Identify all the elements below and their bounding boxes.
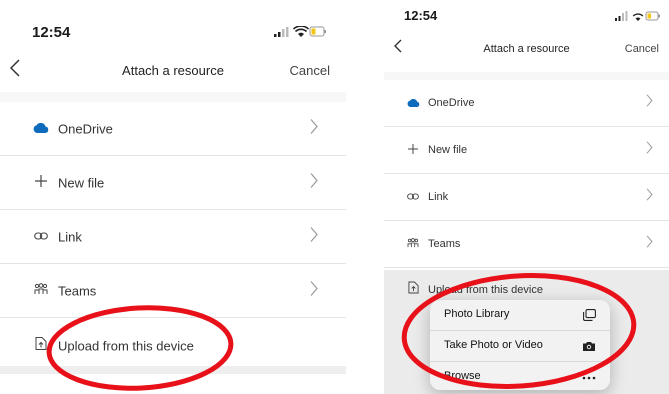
- new-file-item[interactable]: New file: [0, 156, 346, 210]
- teams-item[interactable]: Teams: [0, 264, 346, 318]
- link-label: Link: [58, 229, 82, 244]
- cellular-signal-icon: [615, 11, 628, 21]
- teams-label: Teams: [58, 283, 97, 298]
- cellular-signal-icon: [274, 27, 289, 37]
- photo-library-option[interactable]: Photo Library: [430, 300, 610, 331]
- battery-icon: [645, 11, 660, 21]
- cancel-button[interactable]: Cancel: [625, 43, 659, 55]
- new-file-label: New file: [58, 175, 105, 190]
- nav-bar: Attach a resource Cancel: [384, 38, 669, 66]
- new-file-item[interactable]: New file: [384, 127, 669, 174]
- plus-icon: [32, 174, 50, 192]
- section-separator: [0, 92, 346, 102]
- teams-label: Teams: [428, 238, 461, 250]
- link-icon: [406, 188, 420, 206]
- nav-bar: Attach a resource Cancel: [0, 55, 346, 89]
- right-phone-screen: 12:54 Attach a resource Cancel OneDrive …: [384, 0, 669, 394]
- photo-library-icon: [583, 308, 596, 326]
- chevron-right-icon: [310, 226, 318, 247]
- section-separator: [384, 72, 669, 80]
- resource-list: OneDrive New file Link: [384, 80, 669, 268]
- upload-icon: [406, 281, 420, 299]
- wifi-icon: [632, 13, 644, 21]
- onedrive-icon: [406, 94, 420, 112]
- resource-list: OneDrive New file Link: [0, 102, 346, 374]
- link-item[interactable]: Link: [384, 174, 669, 221]
- onedrive-label: OneDrive: [428, 97, 475, 109]
- teams-icon: [32, 282, 50, 300]
- teams-icon: [406, 235, 420, 253]
- camera-icon: [582, 339, 596, 357]
- cancel-button[interactable]: Cancel: [290, 63, 330, 78]
- status-bar: 12:54: [0, 0, 346, 50]
- new-file-label: New file: [428, 144, 468, 156]
- wifi-icon: [292, 25, 310, 37]
- onedrive-item[interactable]: OneDrive: [384, 80, 669, 127]
- status-icons: [615, 9, 661, 27]
- chevron-right-icon: [646, 188, 653, 206]
- upload-icon: [32, 337, 50, 356]
- chevron-right-icon: [646, 235, 653, 253]
- chevron-right-icon: [310, 172, 318, 193]
- onedrive-icon: [32, 120, 50, 138]
- browse-option[interactable]: Browse: [430, 362, 610, 390]
- status-icons: [274, 25, 326, 43]
- left-phone-screen: 12:54 Attach a resource Cancel OneDrive …: [0, 0, 346, 394]
- onedrive-label: OneDrive: [58, 121, 113, 136]
- upload-from-device-item[interactable]: Upload from this device: [384, 278, 669, 302]
- upload-options-menu: Photo Library Take Photo or Video Browse: [430, 300, 610, 390]
- more-icon: [582, 370, 596, 388]
- link-icon: [32, 228, 50, 246]
- link-label: Link: [428, 191, 449, 203]
- status-time: 12:54: [32, 24, 71, 41]
- browse-label: Browse: [444, 370, 481, 382]
- photo-library-label: Photo Library: [444, 308, 510, 320]
- chevron-right-icon: [310, 118, 318, 139]
- take-photo-option[interactable]: Take Photo or Video: [430, 331, 610, 362]
- status-time: 12:54: [404, 8, 438, 23]
- onedrive-item[interactable]: OneDrive: [0, 102, 346, 156]
- plus-icon: [406, 141, 420, 159]
- chevron-right-icon: [646, 94, 653, 112]
- upload-label: Upload from this device: [428, 284, 543, 296]
- chevron-right-icon: [646, 141, 653, 159]
- take-photo-label: Take Photo or Video: [444, 339, 543, 351]
- bottom-separator: [0, 366, 346, 374]
- teams-item[interactable]: Teams: [384, 221, 669, 268]
- chevron-right-icon: [310, 280, 318, 301]
- battery-icon: [309, 26, 326, 37]
- link-item[interactable]: Link: [0, 210, 346, 264]
- upload-label: Upload from this device: [58, 338, 194, 354]
